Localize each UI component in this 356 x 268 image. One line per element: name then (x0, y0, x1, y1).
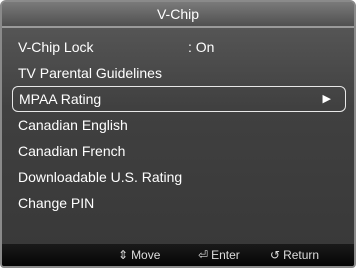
right-arrow-icon: ▶ (322, 93, 331, 105)
move-label: Move (131, 248, 161, 262)
menu-item-tv-parental-guidelines[interactable]: TV Parental Guidelines (12, 60, 346, 86)
enter-hint: ⏎ Enter (198, 244, 240, 266)
vchip-lock-value: : On (188, 39, 215, 55)
menu-item-change-pin[interactable]: Change PIN (12, 190, 346, 216)
menu-item-mpaa-rating[interactable]: MPAA Rating ▶ (12, 86, 346, 112)
menu-item-label: MPAA Rating (19, 91, 102, 107)
return-label: Return (283, 248, 320, 262)
return-hint: ↺ Return (270, 244, 319, 266)
vchip-menu-panel: V-Chip V-Chip Lock : On TV Parental Guid… (0, 0, 356, 268)
menu-item-label: TV Parental Guidelines (18, 65, 162, 81)
menu-item-downloadable-us-rating[interactable]: Downloadable U.S. Rating (12, 164, 346, 190)
menu-item-canadian-french[interactable]: Canadian French (12, 138, 346, 164)
menu-title: V-Chip (2, 2, 354, 26)
footer-hints: ⇕ Move ⏎ Enter ↺ Return (2, 244, 354, 266)
menu-item-canadian-english[interactable]: Canadian English (12, 112, 346, 138)
menu-item-label: Change PIN (18, 195, 95, 211)
menu-item-vchip-lock[interactable]: V-Chip Lock : On (12, 34, 346, 60)
move-hint: ⇕ Move (118, 244, 160, 266)
menu-item-label: Canadian French (18, 143, 126, 159)
title-divider (2, 26, 354, 28)
menu-item-label: V-Chip Lock (18, 39, 94, 55)
return-icon: ↺ (270, 248, 281, 262)
menu-item-label: Downloadable U.S. Rating (18, 169, 183, 185)
up-down-arrow-icon: ⇕ (118, 248, 129, 262)
enter-label: Enter (211, 248, 240, 262)
menu-item-label: Canadian English (18, 117, 128, 133)
enter-icon: ⏎ (198, 248, 209, 262)
menu-list: V-Chip Lock : On TV Parental Guidelines … (12, 34, 346, 216)
